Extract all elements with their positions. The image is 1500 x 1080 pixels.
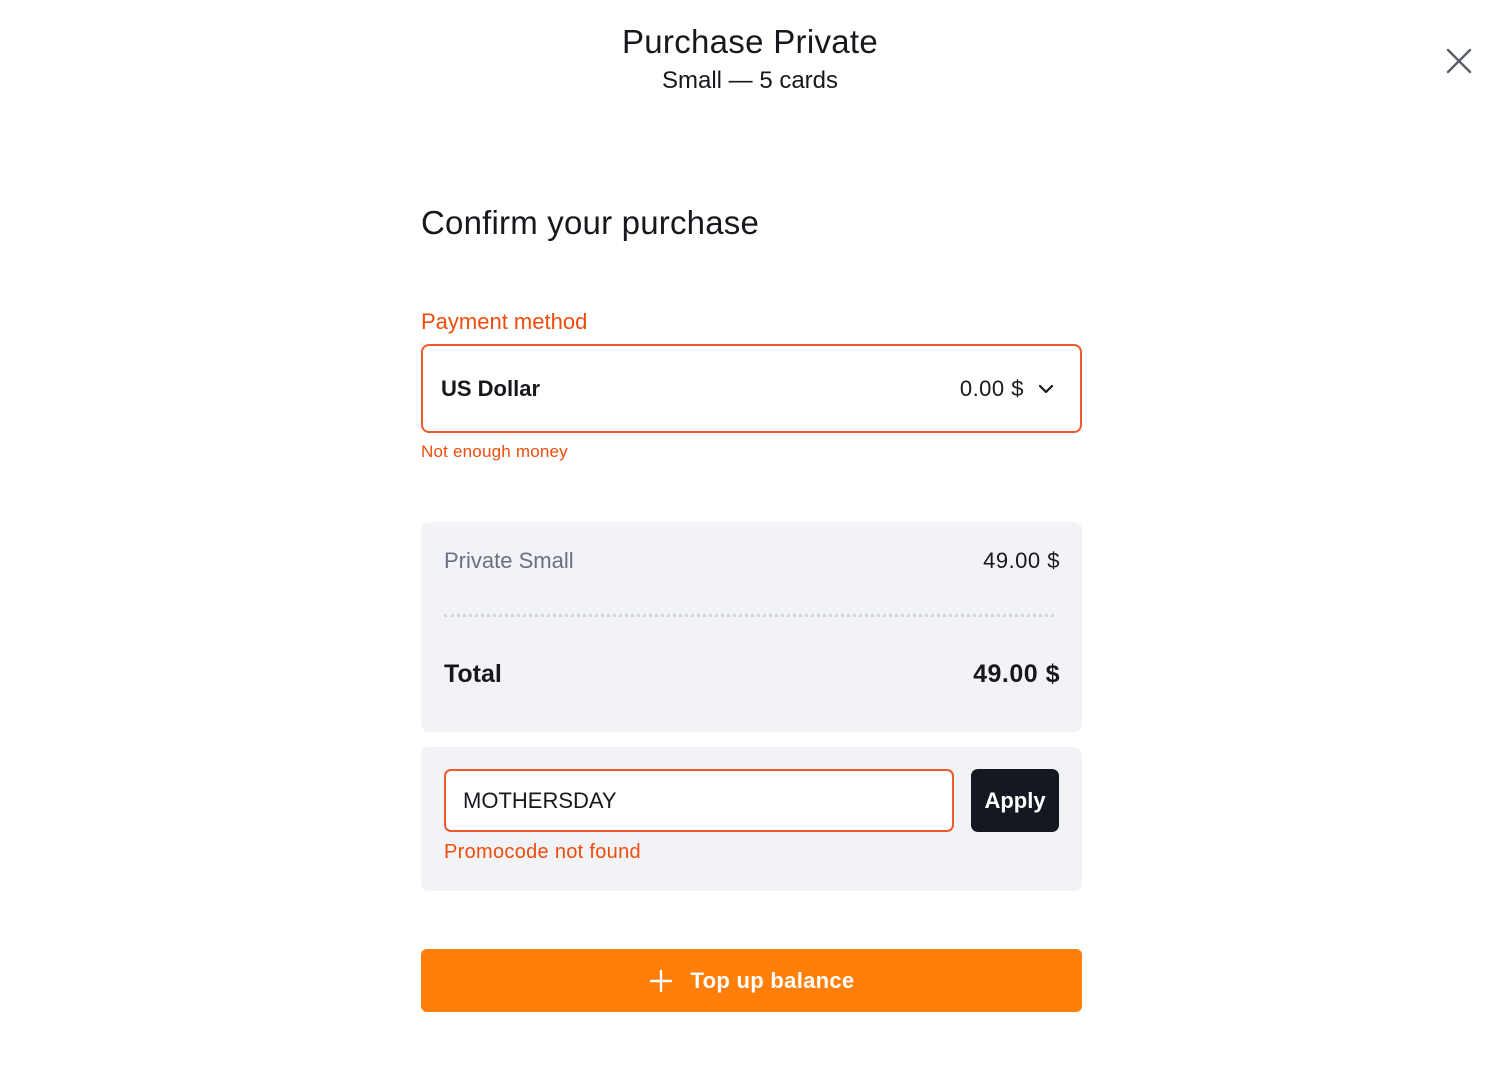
summary-total-price: 49.00 $	[973, 659, 1060, 688]
modal-header: Purchase Private Small — 5 cards	[0, 22, 1500, 99]
payment-method-balance-group: 0.00 $	[960, 376, 1054, 402]
payment-method-label: Payment method	[421, 309, 588, 334]
payment-method-error: Not enough money	[421, 442, 568, 461]
promo-code-input[interactable]	[444, 769, 954, 832]
top-up-balance-button[interactable]: Top up balance	[421, 949, 1082, 1012]
top-up-balance-label: Top up balance	[690, 967, 855, 993]
close-button[interactable]	[1440, 42, 1478, 80]
summary-total-row: Total 49.00 $	[444, 657, 1060, 691]
payment-method-select[interactable]: US Dollar 0.00 $	[421, 344, 1082, 433]
summary-total-label: Total	[444, 659, 502, 688]
promo-panel: Apply Promocode not found	[421, 747, 1082, 891]
summary-item-price: 49.00 $	[983, 548, 1060, 573]
chevron-down-icon	[1038, 384, 1054, 394]
summary-item-name: Private Small	[444, 548, 574, 573]
modal-subtitle: Small — 5 cards	[661, 67, 839, 94]
apply-button[interactable]: Apply	[971, 769, 1059, 832]
close-icon	[1446, 48, 1472, 74]
promo-error: Promocode not found	[444, 841, 641, 863]
confirm-heading: Confirm your purchase	[421, 204, 760, 241]
modal-title: Purchase Private	[621, 23, 879, 60]
currency-balance: 0.00 $	[959, 375, 1024, 401]
plus-icon	[649, 969, 673, 993]
order-summary: Private Small 49.00 $ Total 49.00 $	[421, 522, 1082, 732]
summary-divider	[444, 614, 1054, 617]
selected-currency: US Dollar	[441, 375, 541, 401]
summary-item-row: Private Small 49.00 $	[444, 547, 1060, 575]
purchase-modal: Purchase Private Small — 5 cards Confirm…	[0, 0, 1500, 1080]
